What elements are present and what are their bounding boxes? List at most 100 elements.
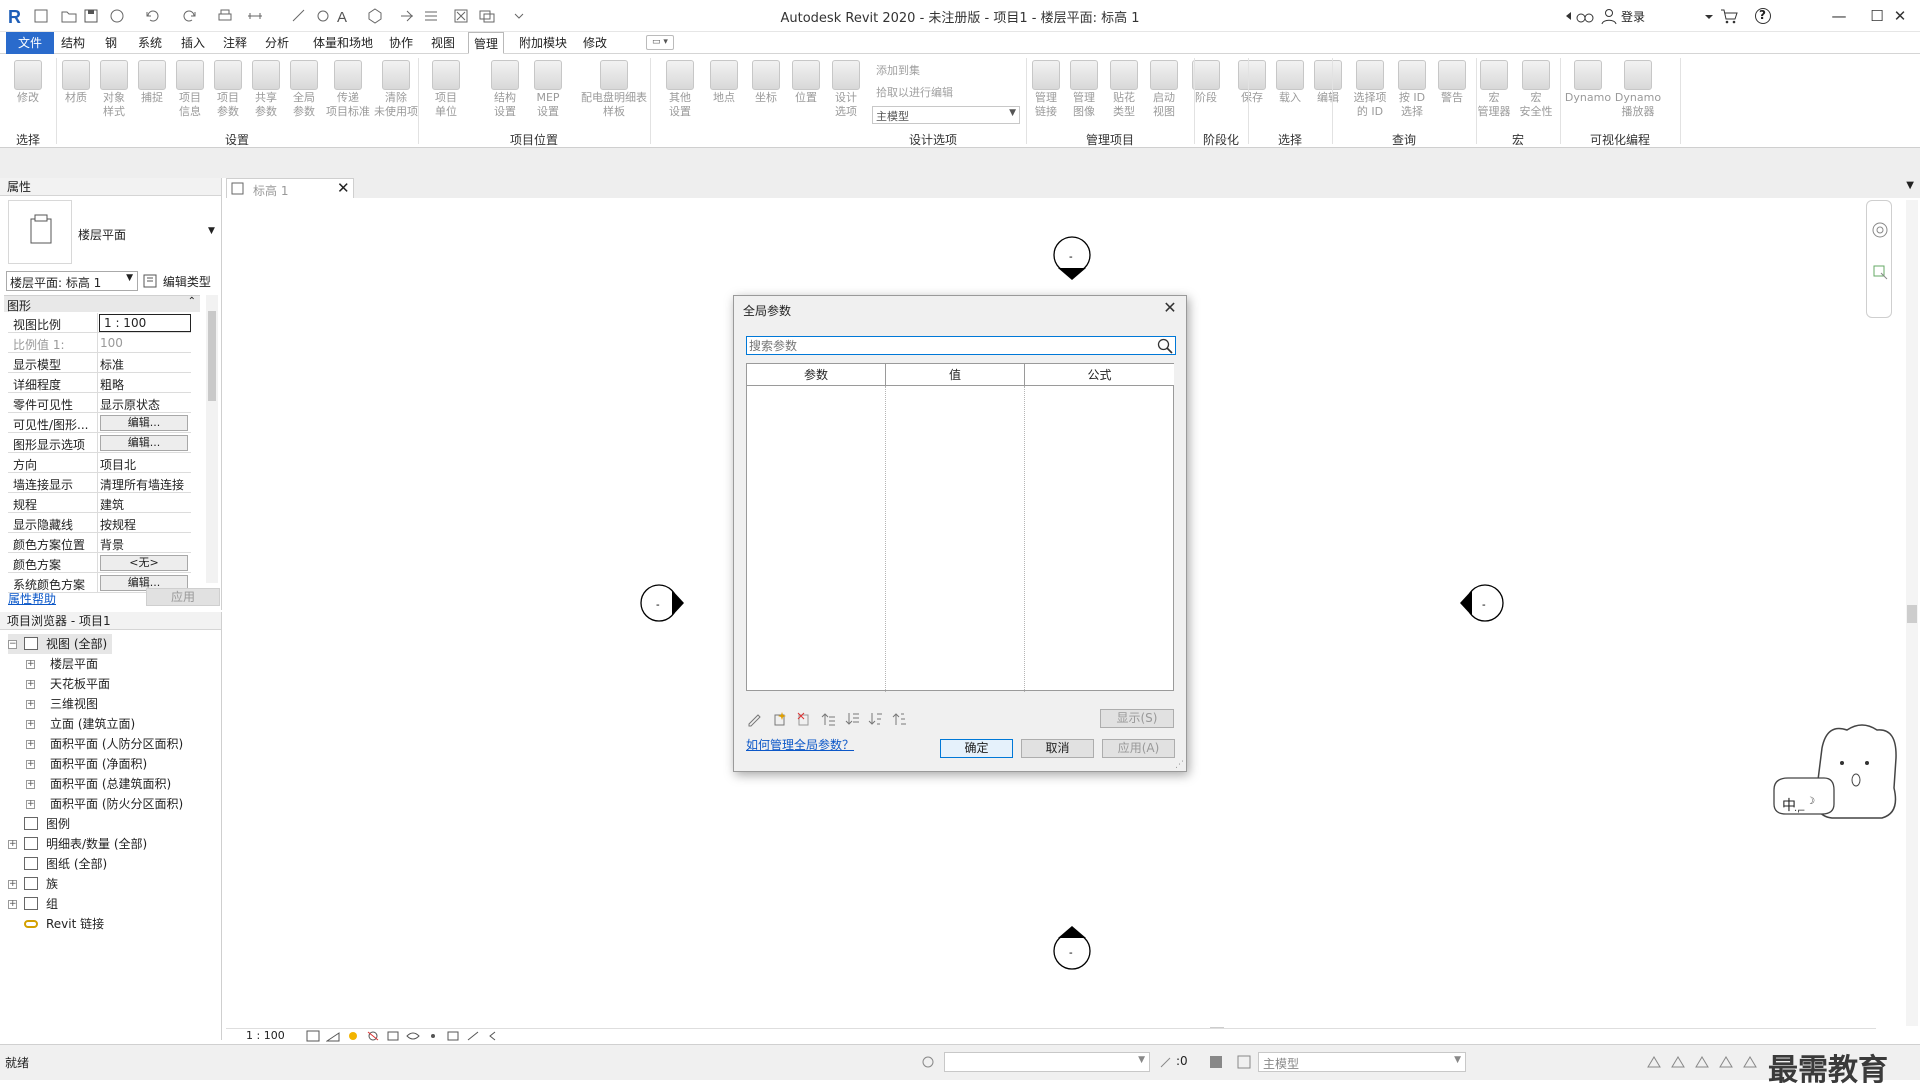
cart-icon[interactable] <box>1720 7 1738 25</box>
ime-mascot[interactable]: ☽ ·⌐ 中 <box>1772 718 1906 836</box>
delete-parameter-icon[interactable] <box>796 711 812 727</box>
menu-tab-0[interactable]: 文件 <box>6 32 55 54</box>
select-by-face-icon[interactable] <box>1718 1055 1734 1069</box>
zoom-icon[interactable] <box>1871 263 1889 281</box>
resize-grip-icon[interactable]: ⋰ <box>1175 760 1184 770</box>
ribbon-button-18[interactable]: 设计 选项 <box>828 60 864 119</box>
ribbon-button-9[interactable]: 清除 未使用项 <box>374 60 418 119</box>
expand-icon[interactable]: + <box>26 740 35 749</box>
ribbon-button-12[interactable]: MEP 设置 <box>530 60 566 119</box>
shadows-icon[interactable] <box>366 1030 380 1042</box>
sort-ascending-icon[interactable] <box>868 711 884 727</box>
design-option-dropdown[interactable]: 主模型 ▼ <box>1258 1052 1466 1072</box>
collapse-arrow-icon[interactable] <box>486 1030 500 1042</box>
elevation-marker-west[interactable]: - <box>640 584 684 622</box>
design-options-icon[interactable] <box>1208 1054 1224 1070</box>
ribbon-button-10[interactable]: 项目 单位 <box>428 60 464 119</box>
design-option-select[interactable]: 主模型 ▼ <box>872 106 1020 124</box>
expand-icon[interactable]: + <box>26 680 35 689</box>
move-up-icon[interactable] <box>820 711 836 727</box>
expand-icon[interactable]: + <box>26 780 35 789</box>
edit-parameter-icon[interactable] <box>746 711 762 727</box>
ribbon-button-0[interactable]: 修改 <box>10 60 46 105</box>
ribbon-button-21[interactable]: 贴花 类型 <box>1106 60 1142 119</box>
select-pinned-icon[interactable] <box>1694 1055 1710 1069</box>
elevation-marker-east[interactable]: - <box>1460 584 1504 622</box>
properties-scrollbar[interactable] <box>206 295 218 583</box>
expand-icon[interactable]: + <box>26 660 35 669</box>
ribbon-button-25[interactable]: 载入 <box>1272 60 1308 105</box>
drag-elements-icon[interactable] <box>1742 1055 1758 1069</box>
property-edit-button[interactable]: 编辑... <box>100 415 188 431</box>
ribbon-button-14[interactable]: 其他 设置 <box>662 60 698 119</box>
help-link[interactable]: 如何管理全局参数？ <box>746 736 854 753</box>
menu-tab-6[interactable]: 分析 <box>260 32 294 54</box>
close-window-button[interactable]: ✕ <box>1880 2 1920 30</box>
sun-path-icon[interactable] <box>346 1030 360 1042</box>
ribbon-button-31[interactable]: 宏 安全性 <box>1518 60 1554 119</box>
expand-icon[interactable]: + <box>26 800 35 809</box>
ribbon-button-24[interactable]: 保存 <box>1234 60 1270 105</box>
ribbon-button-15[interactable]: 地点 <box>706 60 742 105</box>
menu-tab-5[interactable]: 注释 <box>218 32 252 54</box>
ribbon-button-6[interactable]: 共享 参数 <box>248 60 284 119</box>
new-parameter-icon[interactable] <box>772 711 788 727</box>
column-header-parameter[interactable]: 参数 <box>747 364 886 386</box>
help-icon[interactable]: ? <box>1754 7 1774 25</box>
workset-dropdown[interactable]: ▼ <box>944 1052 1150 1072</box>
ok-button[interactable]: 确定 <box>940 739 1013 758</box>
canvas-vscrollbar[interactable] <box>1906 200 1918 1026</box>
collapse-icon[interactable]: − <box>8 640 17 649</box>
dialog-apply-button[interactable]: 应用(A) <box>1102 739 1175 758</box>
expand-icon[interactable]: + <box>8 880 17 889</box>
editable-only-icon[interactable] <box>1158 1054 1174 1070</box>
tab-options-icon[interactable]: ▭ ▾ <box>646 35 674 50</box>
menu-tab-2[interactable]: 钢 <box>100 32 122 54</box>
ribbon-button-3[interactable]: 捕捉 <box>134 60 170 105</box>
ribbon-button-30[interactable]: 宏 管理器 <box>1476 60 1512 119</box>
binoculars-icon[interactable] <box>1576 7 1594 25</box>
pick-to-edit-button[interactable]: 拾取以进行编辑 <box>876 84 953 100</box>
tab-menu-icon[interactable]: ▼ <box>1906 180 1914 191</box>
ribbon-button-17[interactable]: 位置 <box>788 60 824 105</box>
view-tab[interactable]: 标高 1 ✕ <box>226 178 354 198</box>
menu-tab-1[interactable]: 结构 <box>56 32 90 54</box>
expand-icon[interactable]: + <box>8 840 17 849</box>
close-tab-icon[interactable]: ✕ <box>337 179 350 197</box>
steering-wheel-icon[interactable] <box>1871 221 1889 239</box>
search-icon[interactable] <box>1157 338 1173 354</box>
ribbon-button-33[interactable]: Dynamo 播放器 <box>1615 60 1661 119</box>
ribbon-button-5[interactable]: 项目 参数 <box>210 60 246 119</box>
menu-tab-11[interactable]: 附加模块 <box>514 32 572 54</box>
constraints-icon[interactable] <box>466 1030 480 1042</box>
ribbon-button-28[interactable]: 按 ID 选择 <box>1394 60 1430 119</box>
menu-tab-12[interactable]: 修改 <box>578 32 612 54</box>
temporary-hide-icon[interactable] <box>406 1030 420 1042</box>
user-icon[interactable] <box>1600 7 1618 25</box>
sort-descending-icon[interactable] <box>892 711 908 727</box>
select-underlay-icon[interactable] <box>1670 1055 1686 1069</box>
instance-selector[interactable]: 楼层平面: 标高 1 ▼ <box>6 271 138 291</box>
edit-type-button[interactable]: 编辑类型 <box>143 273 211 290</box>
property-edit-button[interactable]: <无> <box>100 555 188 571</box>
column-header-value[interactable]: 值 <box>886 364 1025 386</box>
visual-style-icon[interactable] <box>326 1030 340 1042</box>
crop-view-icon[interactable] <box>386 1030 400 1042</box>
elevation-marker-north[interactable]: - <box>1053 236 1091 280</box>
apply-button[interactable]: 应用 <box>146 588 220 606</box>
ribbon-button-22[interactable]: 启动 视图 <box>1146 60 1182 119</box>
ribbon-button-19[interactable]: 管理 链接 <box>1028 60 1064 119</box>
menu-tab-8[interactable]: 协作 <box>384 32 418 54</box>
expand-icon[interactable]: + <box>26 720 35 729</box>
login-link[interactable]: 登录 <box>1621 8 1645 25</box>
dropdown-arrow-icon[interactable] <box>1700 7 1718 25</box>
exclude-options-icon[interactable] <box>1236 1054 1252 1070</box>
dialog-close-button[interactable]: ✕ <box>1159 298 1181 317</box>
expand-icon[interactable]: + <box>26 700 35 709</box>
type-dropdown-icon[interactable]: ▼ <box>208 226 215 236</box>
menu-tab-9[interactable]: 视图 <box>426 32 460 54</box>
ribbon-button-2[interactable]: 对象 样式 <box>96 60 132 119</box>
graphics-section[interactable]: 图形 ⌃ <box>4 295 200 313</box>
detail-level-icon[interactable] <box>306 1030 320 1042</box>
cancel-button[interactable]: 取消 <box>1021 739 1094 758</box>
